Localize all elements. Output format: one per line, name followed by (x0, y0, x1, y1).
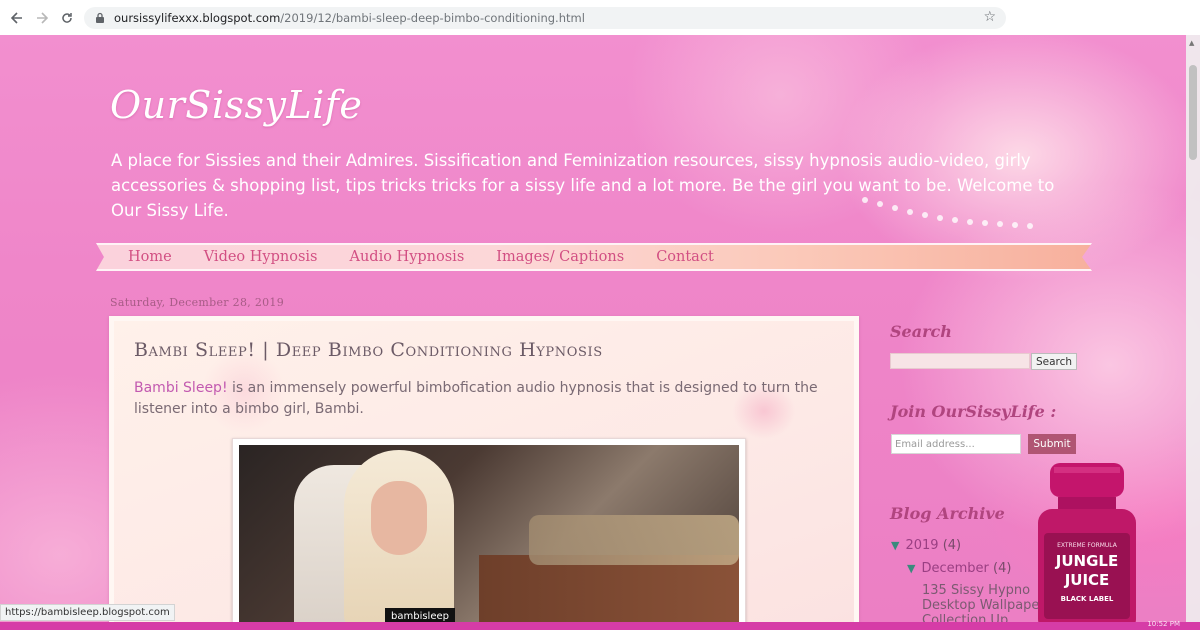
jungle-juice-ad[interactable]: EXTREME FORMULA JUNGLE JUICE BLACK LABEL (1032, 463, 1142, 622)
expand-triangle-icon[interactable]: ▼ (907, 562, 915, 575)
search-button[interactable]: Search (1031, 353, 1077, 370)
post-image[interactable] (232, 438, 746, 622)
nav-ribbon: Home Video Hypnosis Audio Hypnosis Image… (96, 243, 1092, 271)
ad-line-3: JUICE (1064, 571, 1110, 589)
reload-icon (62, 13, 72, 23)
scroll-thumb[interactable] (1189, 65, 1197, 160)
ad-line-1: EXTREME FORMULA (1057, 542, 1118, 549)
submit-button[interactable]: Submit (1028, 434, 1076, 454)
browser-toolbar: oursissylifexxx.blogspot.com/2019/12/bam… (0, 0, 1200, 35)
archive-month[interactable]: December (921, 561, 988, 576)
nav-item-home[interactable]: Home (128, 249, 172, 265)
lock-icon (96, 12, 104, 23)
search-input[interactable] (890, 353, 1030, 369)
ad-line-2: JUNGLE (1055, 552, 1118, 570)
blog-description: A place for Sissies and their Admires. S… (111, 151, 1055, 220)
post-link-bambi-sleep[interactable]: Bambi Sleep! (134, 380, 228, 396)
post-title[interactable]: Bambi Sleep! | Deep Bimbo Conditioning H… (134, 339, 603, 361)
photo-dashboard (529, 515, 739, 565)
taskbar: 10:52 PM (0, 620, 1200, 630)
photo-seat-leather (479, 555, 739, 622)
expand-triangle-icon[interactable]: ▼ (891, 539, 899, 552)
photo-face (371, 481, 427, 555)
url-host: oursissylifexxx.blogspot.com (114, 11, 281, 25)
page-scrollbar[interactable]: ▲ (1186, 35, 1200, 622)
address-bar[interactable]: oursissylifexxx.blogspot.com/2019/12/bam… (84, 7, 1006, 29)
forward-button[interactable] (30, 6, 54, 30)
taskbar-clock: 10:52 PM (1147, 620, 1180, 628)
archive-month-count: (4) (993, 561, 1012, 576)
archive-year-count: (4) (942, 538, 962, 553)
nav-item-video-hypnosis[interactable]: Video Hypnosis (204, 249, 318, 265)
arrow-right-icon (37, 12, 48, 24)
arrow-left-icon (11, 12, 22, 24)
archive-year[interactable]: 2019 (905, 538, 938, 553)
archive-year-row[interactable]: ▼ 2019 (4) (891, 538, 961, 553)
ad-line-4: BLACK LABEL (1061, 595, 1114, 603)
nav-item-audio-hypnosis[interactable]: Audio Hypnosis (349, 249, 464, 265)
post-date: Saturday, December 28, 2019 (110, 296, 285, 309)
back-button[interactable] (5, 6, 29, 30)
post-body: Bambi Sleep! is an immensely powerful bi… (134, 378, 824, 420)
archive-widget-title: Blog Archive (890, 504, 1005, 523)
status-bar-url: https://bambisleep.blogspot.com (0, 604, 175, 621)
scroll-up-icon[interactable]: ▲ (1189, 39, 1194, 47)
archive-month-row[interactable]: ▼ December (4) (907, 561, 1011, 576)
search-widget-title: Search (890, 322, 952, 341)
post-card: Bambi Sleep! | Deep Bimbo Conditioning H… (109, 316, 859, 622)
url-path: /2019/12/bambi-sleep-deep-bimbo-conditio… (280, 11, 585, 25)
post-body-text: is an immensely powerful bimbofication a… (134, 380, 818, 417)
star-icon[interactable]: ☆ (983, 9, 996, 25)
join-widget-title: Join OurSissyLife : (890, 402, 1057, 421)
blog-title[interactable]: OurSissyLife (110, 83, 362, 127)
email-field[interactable]: Email address... (891, 434, 1021, 454)
nav-item-images-captions[interactable]: Images/ Captions (496, 249, 624, 265)
blog-page: OurSissyLife A place for Sissies and the… (0, 35, 1200, 622)
reload-button[interactable] (55, 6, 79, 30)
post-photo (239, 445, 739, 622)
nav-item-contact[interactable]: Contact (656, 249, 714, 265)
